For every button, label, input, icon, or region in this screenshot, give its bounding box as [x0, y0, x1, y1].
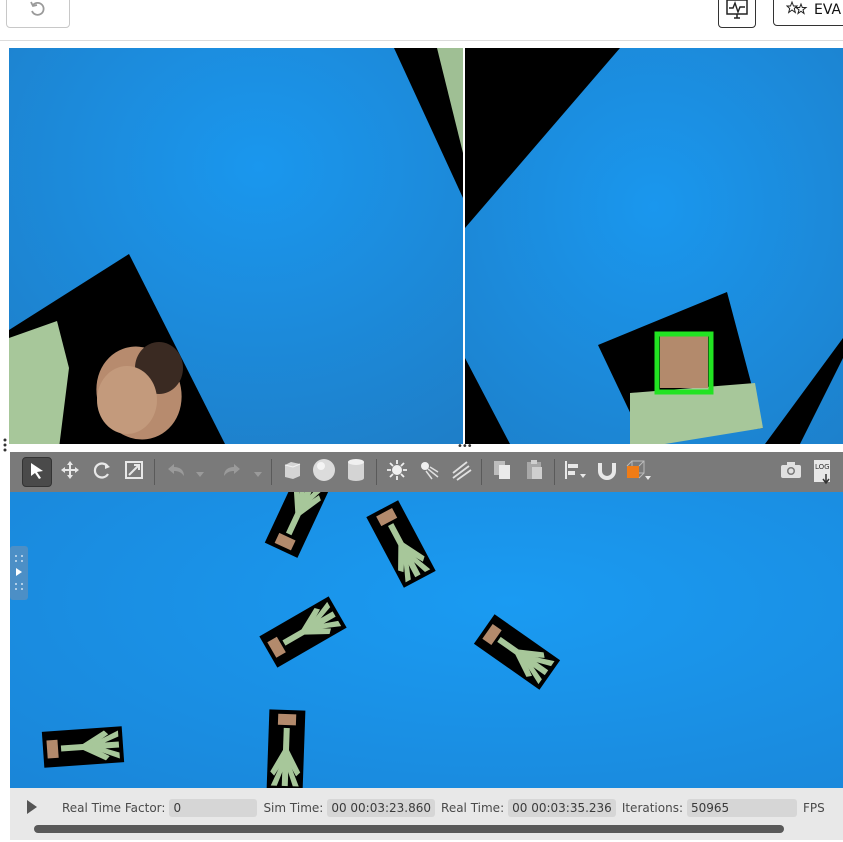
- view-angle-icon: [625, 458, 653, 486]
- sim-time-value: 00 00:03:23.860: [327, 799, 436, 817]
- log-button[interactable]: LOG: [809, 458, 837, 486]
- undo-sim-button[interactable]: [161, 458, 189, 486]
- horizontal-scrollbar[interactable]: [34, 825, 784, 833]
- redo-icon: [222, 461, 244, 483]
- fps-label: FPS: [803, 801, 825, 815]
- status-row: Real Time Factor: 0 Sim Time: 00 00:03:2…: [10, 796, 843, 820]
- undo-icon: [28, 0, 48, 23]
- copy-icon: [492, 459, 512, 485]
- translate-icon: [60, 460, 80, 484]
- gazebo-window: LOG Real Time Factor: 0 Sim Time: 00 00:…: [10, 452, 843, 840]
- spot-light-icon: [418, 459, 440, 485]
- spot-light-button[interactable]: [415, 458, 443, 486]
- screenshot-button[interactable]: [777, 458, 805, 486]
- gazebo-status-bar: Real Time Factor: 0 Sim Time: 00 00:03:2…: [10, 788, 843, 840]
- eval-label: EVA: [814, 2, 842, 18]
- cylinder-shape-icon: [345, 458, 367, 486]
- directional-light-button[interactable]: [447, 458, 475, 486]
- chevron-down-icon: [254, 463, 262, 482]
- stars-icon: [785, 0, 808, 20]
- toolbar-separator: [154, 459, 155, 485]
- paste-icon: [524, 459, 544, 485]
- toolbar-separator: [554, 459, 555, 485]
- gazebo-toolbar: LOG: [10, 452, 843, 492]
- real-time-factor-label: Real Time Factor:: [62, 801, 166, 815]
- point-light-icon: [386, 459, 408, 485]
- chevron-down-icon: [196, 463, 204, 482]
- align-icon: [563, 459, 587, 485]
- scale-icon: [124, 460, 144, 484]
- box-shape-icon: [281, 459, 303, 485]
- iterations-label: Iterations:: [621, 801, 684, 815]
- copy-button[interactable]: [488, 458, 516, 486]
- rotate-mode-button[interactable]: [88, 458, 116, 486]
- actor-model: [41, 726, 125, 768]
- iterations-value: 50965: [687, 799, 798, 817]
- log-icon: LOG: [812, 459, 834, 485]
- insert-sphere-button[interactable]: [310, 458, 338, 486]
- snap-button[interactable]: [593, 458, 621, 486]
- screenshot-icon: [779, 460, 803, 484]
- redo-history-dropdown[interactable]: [251, 458, 265, 486]
- toolbar-separator: [481, 459, 482, 485]
- sphere-shape-icon: [312, 458, 336, 486]
- toolbar-separator: [376, 459, 377, 485]
- undo-history-dropdown[interactable]: [193, 458, 207, 486]
- point-light-button[interactable]: [383, 458, 411, 486]
- snap-icon: [596, 459, 618, 485]
- undo-icon: [164, 461, 186, 483]
- select-arrow-icon: [28, 461, 46, 483]
- side-splitter-handle[interactable]: [2, 437, 8, 452]
- undo-button[interactable]: [6, 0, 70, 28]
- rotate-icon: [92, 460, 112, 484]
- align-button[interactable]: [561, 458, 589, 486]
- scale-mode-button[interactable]: [120, 458, 148, 486]
- camera-view-left: [9, 48, 463, 444]
- insert-cylinder-button[interactable]: [342, 458, 370, 486]
- log-label: LOG: [815, 463, 830, 471]
- real-time-factor-value: 0: [169, 799, 258, 817]
- camera-view-right: [465, 48, 843, 444]
- redo-sim-button[interactable]: [219, 458, 247, 486]
- paste-button[interactable]: [520, 458, 548, 486]
- directional-light-icon: [450, 459, 472, 485]
- actor-model: [266, 709, 306, 791]
- view-angle-button[interactable]: [625, 458, 653, 486]
- toolbar-separator: [271, 459, 272, 485]
- play-icon: [27, 799, 37, 817]
- real-time-value: 00 00:03:35.236: [508, 799, 616, 817]
- side-panel-toggle[interactable]: [10, 546, 28, 600]
- real-time-label: Real Time:: [441, 801, 505, 815]
- monitor-button[interactable]: [718, 0, 756, 28]
- insert-box-button[interactable]: [278, 458, 306, 486]
- top-toolbar: EVA: [0, 0, 843, 41]
- play-button[interactable]: [20, 796, 44, 820]
- splitter-handle[interactable]: •••: [457, 442, 473, 452]
- gazebo-3d-scene[interactable]: [10, 492, 843, 804]
- activity-monitor-icon: [725, 0, 749, 24]
- sim-time-label: Sim Time:: [263, 801, 324, 815]
- eval-button[interactable]: EVA: [773, 0, 843, 26]
- translate-mode-button[interactable]: [56, 458, 84, 486]
- select-mode-button[interactable]: [22, 457, 52, 487]
